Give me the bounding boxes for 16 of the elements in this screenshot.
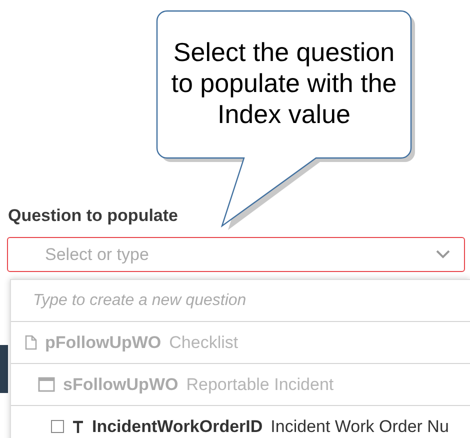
question-select[interactable]: Select or type — [7, 237, 465, 272]
panel-edge — [0, 345, 8, 393]
field-label: Question to populate — [7, 205, 179, 227]
question-type: Reportable Incident — [186, 374, 334, 396]
text-type-icon — [72, 420, 84, 434]
question-type: Checklist — [169, 332, 238, 354]
question-id: pFollowUpWO — [45, 332, 162, 354]
create-question-hint: Type to create a new question — [33, 290, 246, 310]
question-id: sFollowUpWO — [63, 374, 178, 396]
question-id: IncidentWorkOrderID — [92, 416, 263, 438]
window-icon — [38, 377, 55, 392]
document-icon — [25, 335, 37, 350]
chevron-down-icon — [436, 250, 450, 259]
select-placeholder: Select or type — [45, 244, 150, 266]
callout-text: Select the question to populate with the Index value — [170, 37, 398, 130]
question-type: Incident Work Order Nu — [270, 416, 449, 438]
